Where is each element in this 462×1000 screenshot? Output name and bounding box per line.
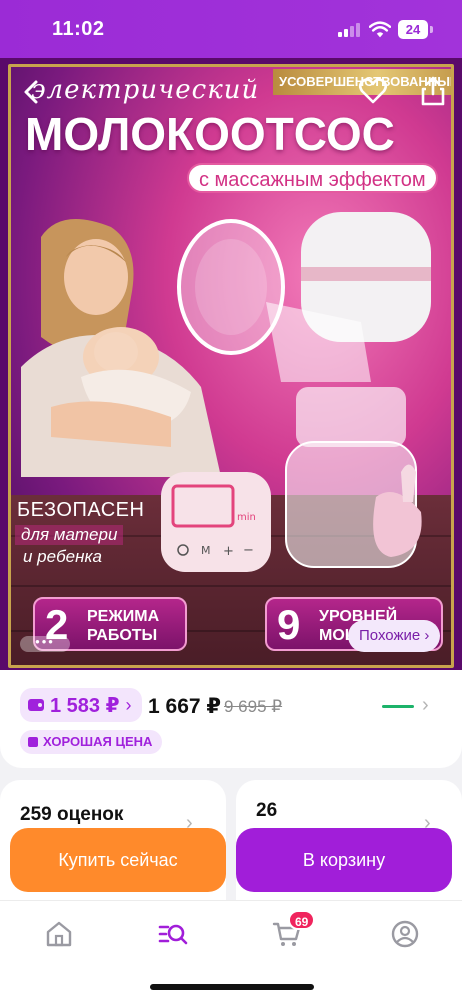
buy-now-button[interactable]: Купить сейчас	[10, 828, 226, 892]
status-time: 11:02	[52, 18, 105, 40]
subtitle-pill: с массажным эффектом	[187, 163, 438, 193]
battery-icon: 24	[398, 20, 428, 39]
wallet-chevron-icon: ›	[125, 694, 132, 715]
svg-text:−: −	[243, 543, 254, 558]
status-bar: 11:02 24	[0, 0, 462, 58]
wifi-icon	[369, 21, 391, 38]
current-price: 1 667 ₽	[148, 695, 221, 718]
product-image[interactable]: УСОВЕРШЕНСТВОВАННЫЙ электрический МОЛОКО…	[8, 64, 454, 668]
gallery-page-indicator[interactable]: •••	[20, 635, 70, 652]
price-panel: 1 583 ₽ › 1 667 ₽ 9 695 ₽ › ХОРОШАЯ ЦЕНА	[0, 670, 462, 768]
add-to-cart-button[interactable]: В корзину	[236, 828, 452, 892]
questions-count: 26	[256, 800, 278, 821]
safe-line-2: для матери	[15, 525, 124, 545]
headline-small: электрический	[31, 75, 260, 105]
reviews-count: 259 оценок	[20, 804, 124, 825]
modes-line-2: РАБОТЫ	[87, 627, 158, 644]
svg-text:+: +	[223, 544, 234, 559]
good-price-label: ХОРОШАЯ ЦЕНА	[43, 734, 153, 749]
share-icon[interactable]	[420, 76, 446, 106]
price-chevron-icon[interactable]: ›	[422, 694, 429, 717]
heart-icon[interactable]	[358, 76, 388, 106]
wallet-icon	[28, 699, 44, 711]
display-min-label: min	[237, 512, 256, 523]
safe-line-3: и ребенка	[23, 547, 102, 566]
cellular-signal-icon	[338, 23, 360, 37]
back-chevron-icon[interactable]	[18, 78, 46, 106]
price-history-indicator[interactable]	[382, 705, 414, 708]
safe-line-1: БЕЗОПАСЕН	[17, 499, 145, 521]
profile-icon[interactable]	[390, 919, 420, 949]
battery-cap	[430, 26, 433, 33]
home-icon[interactable]	[44, 919, 74, 949]
cart-count-badge: 69	[288, 910, 316, 930]
old-price: 9 695 ₽	[224, 697, 283, 716]
wallet-price-chip[interactable]: 1 583 ₽ ›	[20, 688, 142, 722]
svg-text:M: M	[201, 544, 211, 557]
wallet-price: 1 583 ₽	[50, 694, 120, 717]
headline-big: МОЛОКООТСОС	[25, 108, 395, 160]
catalog-search-icon[interactable]	[158, 919, 188, 949]
product-gallery[interactable]: УСОВЕРШЕНСТВОВАННЫЙ электрический МОЛОКО…	[0, 58, 462, 670]
safety-claim: БЕЗОПАСЕН для матери и ребенка	[11, 499, 161, 569]
good-price-badge[interactable]: ХОРОШАЯ ЦЕНА	[20, 730, 163, 754]
home-indicator	[150, 984, 314, 990]
levels-number: 9	[277, 601, 301, 648]
pump-display-illustration: min M + −	[161, 472, 271, 572]
thumbs-up-icon	[28, 737, 38, 747]
similar-products-button[interactable]: Похожие ›	[348, 620, 441, 652]
modes-text: РЕЖИМА РАБОТЫ	[87, 607, 159, 645]
product-screen: 11:02 24 УСОВЕРШЕНСТВОВАННЫЙ электрическ…	[0, 0, 462, 1000]
modes-line-1: РЕЖИМА	[87, 608, 160, 625]
